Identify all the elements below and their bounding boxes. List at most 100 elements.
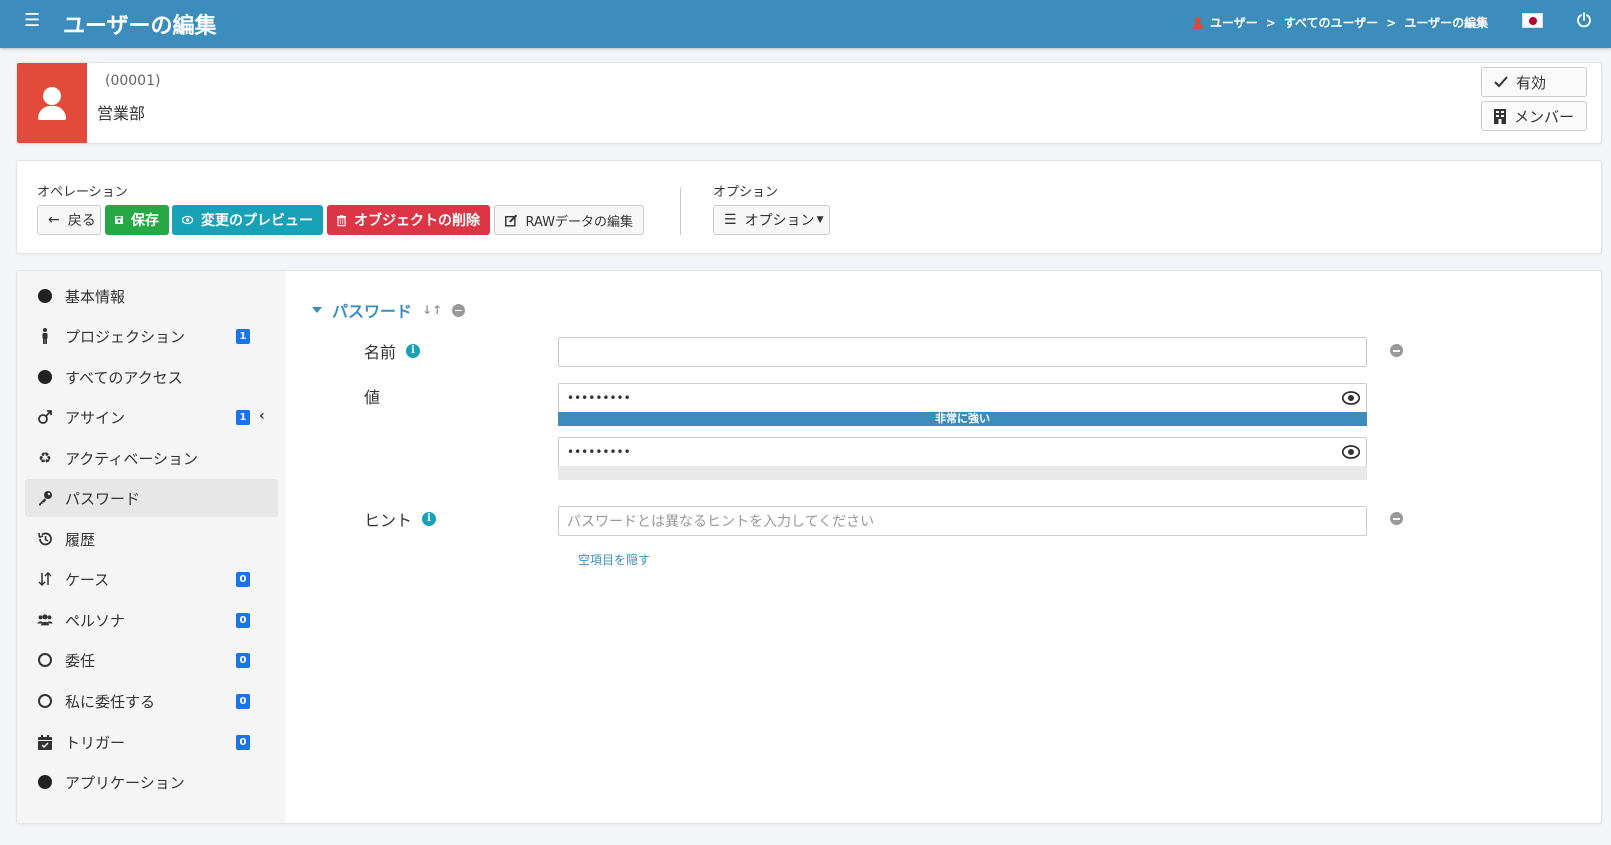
- password-match-meter: [558, 466, 1367, 480]
- sort-icon[interactable]: ↓↑: [422, 303, 442, 317]
- sidebar-item-label: アクティベーション: [65, 450, 199, 468]
- chevron-left-icon[interactable]: ‹: [259, 408, 265, 424]
- user-id: (00001): [105, 73, 161, 89]
- sidebar-item-basic-info[interactable]: 基本情報: [25, 277, 278, 315]
- sidebar-item-applications[interactable]: アプリケーション: [25, 763, 278, 801]
- info-icon[interactable]: i: [406, 344, 421, 358]
- sort-arrows-icon: [37, 571, 53, 587]
- sidebar-item-projection[interactable]: プロジェクション 1: [25, 317, 278, 355]
- sidebar-item-persona[interactable]: ペルソナ 0: [25, 601, 278, 639]
- delete-label: オブジェクトの削除: [354, 213, 480, 229]
- user-summary-card: (00001) 営業部 有効 メンバー: [16, 62, 1602, 144]
- password-panel: パスワード ↓↑ 名前 i 値 ••••••••• 非常に強い ••••••••…: [286, 271, 1601, 823]
- breadcrumb: ユーザー > すべてのユーザー > ユーザーの編集: [1192, 14, 1488, 31]
- hamburger-menu-icon[interactable]: ☰: [24, 12, 40, 30]
- sidebar-item-cases[interactable]: ケース 0: [25, 560, 278, 598]
- name-label-text: 名前: [364, 343, 397, 362]
- hint-input[interactable]: パスワードとは異なるヒントを入力してください: [558, 506, 1367, 536]
- page-title: ユーザーの編集: [63, 14, 217, 39]
- users-icon: [37, 612, 53, 628]
- person-standing-icon: [37, 328, 53, 344]
- key-icon: [37, 490, 53, 506]
- save-label: 保存: [131, 213, 159, 229]
- power-icon[interactable]: [1576, 12, 1592, 28]
- raw-edit-label: RAWデータの編集: [525, 214, 633, 230]
- save-button[interactable]: 保存: [105, 205, 169, 235]
- preview-label: 変更のプレビュー: [201, 213, 313, 229]
- name-input[interactable]: [558, 337, 1367, 367]
- edit-icon: [505, 214, 518, 226]
- sidebar-item-label: パスワード: [65, 490, 141, 508]
- status-button[interactable]: 有効: [1481, 67, 1587, 97]
- member-label: メンバー: [1514, 107, 1575, 126]
- sidebar-item-label: 基本情報: [65, 288, 126, 306]
- sidebar-item-delegation[interactable]: 委任 0: [25, 641, 278, 679]
- sidebar-item-label: アサイン: [65, 409, 126, 427]
- breadcrumb-item-all-users[interactable]: すべてのユーザー: [1284, 14, 1378, 31]
- sidebar-item-label: トリガー: [65, 734, 126, 752]
- hide-empty-fields-link[interactable]: 空項目を隠す: [578, 551, 650, 568]
- value-field-label: 値: [364, 384, 380, 408]
- sidebar-item-history[interactable]: 履歴: [25, 520, 278, 558]
- avatar: [17, 63, 87, 143]
- options-label: オプション: [713, 185, 779, 200]
- minus-circle-icon[interactable]: [1390, 344, 1403, 357]
- hint-placeholder: パスワードとは異なるヒントを入力してください: [567, 514, 875, 530]
- password-confirm-value: •••••••••: [567, 445, 631, 459]
- japan-flag-icon[interactable]: [1522, 13, 1543, 28]
- sidebar: 基本情報 プロジェクション 1 すべてのアクセス アサイン 1 ‹ ♻ アクティ…: [17, 271, 286, 823]
- hint-label-text: ヒント: [364, 511, 413, 530]
- main-card: 基本情報 プロジェクション 1 すべてのアクセス アサイン 1 ‹ ♻ アクティ…: [16, 270, 1602, 824]
- user-department: 営業部: [97, 104, 146, 123]
- password-value: •••••••••: [567, 391, 631, 405]
- sidebar-item-all-access[interactable]: すべてのアクセス: [25, 358, 278, 396]
- eye-icon[interactable]: [1342, 391, 1360, 405]
- circle-filled-icon: [37, 288, 53, 304]
- options-dropdown[interactable]: ☰ オプション ▼: [713, 205, 830, 235]
- breadcrumb-separator: >: [1386, 15, 1397, 30]
- sidebar-item-delegate-to-me[interactable]: 私に委任する 0: [25, 682, 278, 720]
- breadcrumb-item-users[interactable]: ユーザー: [1210, 14, 1258, 31]
- member-button[interactable]: メンバー: [1481, 101, 1587, 131]
- minus-circle-icon[interactable]: [1390, 512, 1403, 525]
- sidebar-item-password[interactable]: パスワード: [25, 479, 278, 517]
- sidebar-item-label: 履歴: [65, 531, 96, 549]
- preview-changes-button[interactable]: 変更のプレビュー: [172, 205, 323, 235]
- section-title: パスワード: [332, 302, 413, 321]
- recycle-icon: ♻: [38, 449, 52, 467]
- status-label: 有効: [1516, 73, 1547, 92]
- history-icon: [37, 531, 53, 547]
- value-label-text: 値: [364, 388, 381, 407]
- floppy-icon: [115, 216, 123, 224]
- edit-raw-data-button[interactable]: RAWデータの編集: [494, 205, 644, 235]
- eye-icon[interactable]: [1342, 445, 1360, 459]
- sidebar-item-label: ケース: [65, 571, 110, 589]
- delete-object-button[interactable]: オブジェクトの削除: [327, 205, 490, 235]
- minus-circle-icon[interactable]: [452, 303, 466, 317]
- sidebar-item-label: アプリケーション: [65, 774, 185, 792]
- sidebar-item-label: すべてのアクセス: [65, 369, 183, 387]
- password-section-header[interactable]: パスワード ↓↑: [312, 298, 466, 322]
- sidebar-item-triggers[interactable]: トリガー 0: [25, 723, 278, 761]
- trash-icon: [337, 214, 346, 226]
- sidebar-item-label: プロジェクション: [65, 328, 186, 346]
- male-icon: [37, 409, 53, 425]
- breadcrumb-separator: >: [1265, 15, 1276, 30]
- sidebar-item-assign[interactable]: アサイン 1 ‹: [25, 398, 278, 436]
- name-field-label: 名前 i: [364, 339, 421, 363]
- back-button[interactable]: ← 戻る: [37, 205, 101, 235]
- count-badge: 0: [236, 694, 250, 709]
- operations-label: オペレーション: [37, 185, 128, 200]
- password-confirm-input[interactable]: •••••••••: [558, 437, 1367, 467]
- circle-filled-icon: [37, 774, 53, 790]
- operations-card: オペレーション ← 戻る 保存 変更のプレビュー オブジェクトの削除 RAWデー…: [16, 160, 1602, 254]
- circle-hollow-icon: [37, 693, 53, 709]
- sidebar-item-label: 委任: [65, 652, 96, 670]
- sidebar-item-label: ペルソナ: [65, 612, 126, 630]
- sidebar-item-activation[interactable]: ♻ アクティベーション: [25, 439, 278, 477]
- info-icon[interactable]: i: [422, 512, 437, 526]
- eye-icon: [182, 215, 193, 225]
- password-input[interactable]: •••••••••: [558, 383, 1367, 413]
- arrow-left-icon: ←: [48, 212, 60, 228]
- count-badge: 1: [236, 410, 250, 425]
